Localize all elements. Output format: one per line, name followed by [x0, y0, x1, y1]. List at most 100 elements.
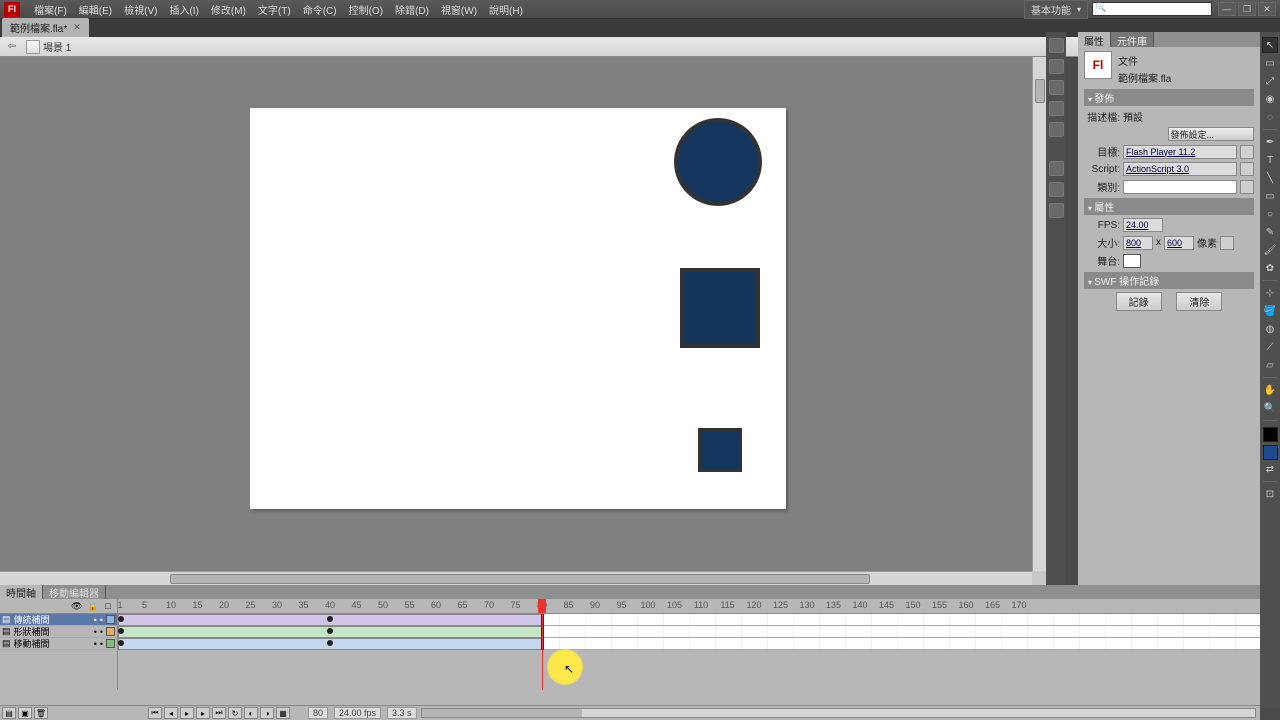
text-tool-icon[interactable]: T: [1262, 152, 1278, 168]
workspace-switcher[interactable]: 基本功能: [1024, 0, 1088, 19]
square-shape-large[interactable]: [680, 268, 760, 348]
subselect-tool-icon[interactable]: ▭: [1262, 55, 1278, 71]
dock-icon[interactable]: [1049, 38, 1064, 53]
class-input[interactable]: [1123, 180, 1237, 194]
scene-breadcrumb[interactable]: 場景 1: [26, 39, 71, 54]
swf-clear-button[interactable]: 清除: [1176, 292, 1222, 311]
eyedropper-tool-icon[interactable]: ⟋: [1262, 339, 1278, 355]
snap-option-icon[interactable]: ⊡: [1262, 486, 1278, 502]
outline-icon[interactable]: □: [103, 601, 113, 611]
stroke-color-swatch[interactable]: [1263, 427, 1278, 442]
pen-tool-icon[interactable]: ✒: [1262, 134, 1278, 150]
stage-width[interactable]: 800: [1123, 236, 1153, 250]
ink-bottle-tool-icon[interactable]: ◍: [1262, 321, 1278, 337]
pencil-tool-icon[interactable]: ✎: [1262, 224, 1278, 240]
timeline-scrollbar[interactable]: [421, 708, 1256, 718]
oval-tool-icon[interactable]: ○: [1262, 206, 1278, 222]
document-tab[interactable]: 範例檔案.fla* ✕: [2, 18, 89, 37]
script-settings-icon[interactable]: [1240, 162, 1254, 176]
menu-command[interactable]: 命令(C): [297, 2, 343, 17]
first-frame-button[interactable]: ⏮: [148, 707, 162, 719]
fill-color-swatch[interactable]: [1263, 445, 1278, 460]
dock-icon[interactable]: [1049, 203, 1064, 218]
stage-scrollbar-vertical[interactable]: [1032, 57, 1046, 571]
new-layer-button[interactable]: ▤: [2, 707, 16, 719]
menu-control[interactable]: 控制(O): [343, 2, 389, 17]
hand-tool-icon[interactable]: ✋: [1262, 382, 1278, 398]
menu-file[interactable]: 檔案(F): [28, 2, 73, 17]
restore-button[interactable]: ❐: [1238, 2, 1256, 16]
stage-canvas[interactable]: [250, 108, 786, 509]
onion-skin-button[interactable]: ◐: [244, 707, 258, 719]
section-publish[interactable]: 發佈: [1084, 89, 1254, 106]
back-icon[interactable]: ⇦: [4, 39, 20, 55]
tab-timeline[interactable]: 時間軸: [0, 585, 43, 599]
publish-settings-button[interactable]: 發佈設定...: [1168, 127, 1255, 141]
color-swap-icon[interactable]: ⇄: [1262, 461, 1278, 477]
eraser-tool-icon[interactable]: ▱: [1262, 357, 1278, 373]
frame-ruler[interactable]: 1510152025303540455055606570758085909510…: [118, 599, 1260, 614]
play-button[interactable]: ▸: [180, 707, 194, 719]
rectangle-tool-icon[interactable]: ▭: [1262, 188, 1278, 204]
dock-icon[interactable]: [1049, 122, 1064, 137]
bone-tool-icon[interactable]: ⊹: [1262, 285, 1278, 301]
menu-debug[interactable]: 除錯(D): [389, 2, 435, 17]
layer-color-swatch[interactable]: [106, 615, 115, 624]
new-folder-button[interactable]: ▣: [18, 707, 32, 719]
last-frame-button[interactable]: ⏭: [212, 707, 226, 719]
square-shape-small[interactable]: [698, 428, 742, 472]
eye-icon[interactable]: 👁: [71, 601, 81, 612]
close-button[interactable]: ✕: [1258, 2, 1276, 16]
stage-scrollbar-horizontal[interactable]: [0, 571, 1032, 585]
dock-icon[interactable]: [1049, 101, 1064, 116]
3d-rotation-tool-icon[interactable]: ◉: [1262, 91, 1278, 107]
swf-log-button[interactable]: 記錄: [1116, 292, 1162, 311]
dock-icon[interactable]: [1049, 182, 1064, 197]
brush-tool-icon[interactable]: 🖌: [1262, 242, 1278, 258]
section-swf-history[interactable]: SWF 操作記錄: [1084, 272, 1254, 289]
layer-row[interactable]: ▤移動補間••: [0, 638, 117, 650]
menu-edit[interactable]: 編輯(E): [73, 2, 118, 17]
target-settings-icon[interactable]: [1240, 145, 1254, 159]
edit-multiple-button[interactable]: ▦: [276, 707, 290, 719]
script-selector[interactable]: ActionScript 3.0: [1123, 162, 1237, 176]
next-frame-button[interactable]: ▸: [196, 707, 210, 719]
dock-icon[interactable]: [1049, 59, 1064, 74]
loop-button[interactable]: ↻: [228, 707, 242, 719]
size-settings-icon[interactable]: [1220, 236, 1234, 250]
menu-modify[interactable]: 修改(M): [205, 2, 252, 17]
tab-motion-editor[interactable]: 移動編輯器: [43, 585, 106, 599]
target-selector[interactable]: Flash Player 11.2: [1123, 145, 1237, 159]
prev-frame-button[interactable]: ◂: [164, 707, 178, 719]
line-tool-icon[interactable]: ╲: [1262, 170, 1278, 186]
layer-color-swatch[interactable]: [106, 639, 115, 648]
close-tab-icon[interactable]: ✕: [73, 22, 81, 33]
stage-height[interactable]: 600: [1164, 236, 1194, 250]
delete-layer-button[interactable]: 🗑: [34, 707, 48, 719]
layer-color-swatch[interactable]: [106, 627, 115, 636]
dock-icon[interactable]: [1049, 161, 1064, 176]
class-edit-icon[interactable]: [1240, 180, 1254, 194]
minimize-button[interactable]: —: [1218, 2, 1236, 16]
menu-help[interactable]: 說明(H): [483, 2, 529, 17]
lasso-tool-icon[interactable]: ◌: [1262, 109, 1278, 125]
section-properties[interactable]: 屬性: [1084, 198, 1254, 215]
stage-color-swatch[interactable]: [1123, 254, 1141, 268]
free-transform-tool-icon[interactable]: ⤢: [1262, 73, 1278, 89]
dock-icon[interactable]: [1049, 80, 1064, 95]
frames-area[interactable]: 1510152025303540455055606570758085909510…: [118, 599, 1260, 690]
selection-tool-icon[interactable]: ↖: [1262, 37, 1278, 53]
tab-properties[interactable]: 屬性: [1078, 32, 1111, 47]
fps-value[interactable]: 24.00: [1123, 218, 1163, 232]
menu-view[interactable]: 檢視(V): [118, 2, 163, 17]
menu-text[interactable]: 文字(T): [252, 2, 297, 17]
circle-shape[interactable]: [674, 118, 762, 206]
menu-window[interactable]: 視窗(W): [435, 2, 483, 17]
lock-icon[interactable]: 🔒: [87, 601, 97, 612]
paint-bucket-tool-icon[interactable]: 🪣: [1262, 303, 1278, 319]
zoom-tool-icon[interactable]: 🔍: [1262, 400, 1278, 416]
tab-library[interactable]: 元件庫: [1111, 32, 1154, 47]
search-input[interactable]: [1092, 2, 1212, 16]
deco-tool-icon[interactable]: ✿: [1262, 260, 1278, 276]
onion-outlines-button[interactable]: ◑: [260, 707, 274, 719]
